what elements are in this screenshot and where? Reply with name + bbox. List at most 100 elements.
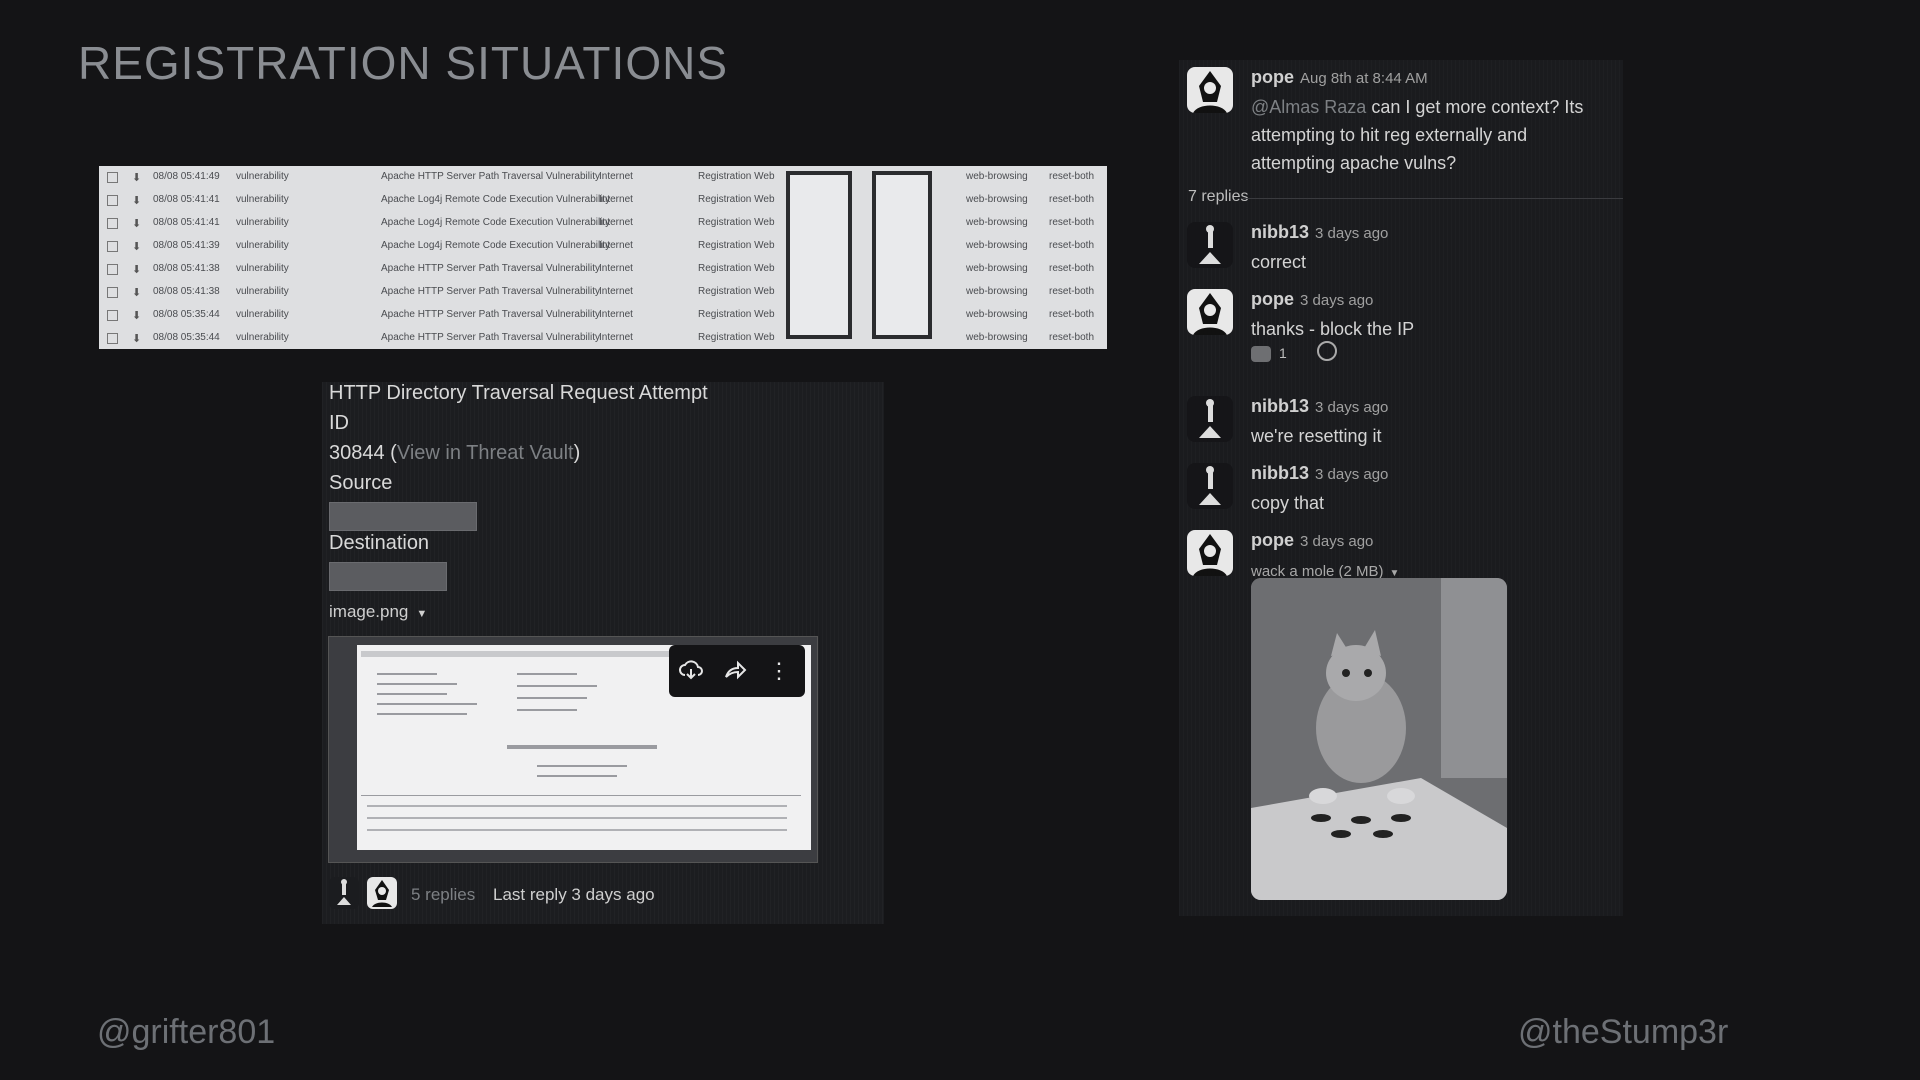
message-time[interactable]: 3 days ago <box>1300 292 1373 309</box>
log-details-icon[interactable] <box>107 287 118 298</box>
attachment-header[interactable]: image.png ▼ <box>329 602 427 622</box>
threat-id-value: 30844 ( <box>329 442 397 464</box>
table-cell-app: web-browsing <box>966 240 1028 251</box>
reply-message: nibb13 3 days ago correct <box>1187 222 1617 272</box>
message-time[interactable]: Aug 8th at 8:44 AM <box>1300 70 1428 87</box>
log-details-icon[interactable] <box>107 310 118 321</box>
image-actions-toolbar: ⋮ <box>669 645 805 697</box>
download-icon[interactable]: ⬇ <box>132 286 141 300</box>
table-cell-action: reset-both <box>1049 286 1095 297</box>
table-cell-name: Apache HTTP Server Path Traversal Vulner… <box>381 332 600 343</box>
threat-vault-link[interactable]: View in Threat Vault <box>397 442 574 464</box>
message-time[interactable]: 3 days ago <box>1315 466 1388 483</box>
table-cell-zone: Internet <box>599 194 633 205</box>
message-time[interactable]: 3 days ago <box>1300 533 1373 550</box>
table-row[interactable]: ⬇ 08/08 05:41:39 vulnerability Apache Log4j… <box>99 236 1107 259</box>
table-cell-type: vulnerability <box>236 217 289 228</box>
avatar[interactable] <box>1187 530 1233 576</box>
add-reaction-icon[interactable] <box>1317 341 1337 361</box>
thread-replies-bar[interactable]: 5 replies Last reply 3 days ago <box>329 877 749 913</box>
threat-log-table: ⬇ 08/08 05:41:49 vulnerability Apache HTTP … <box>99 166 1107 349</box>
table-cell-name: Apache HTTP Server Path Traversal Vulner… <box>381 309 600 320</box>
table-cell-time: 08/08 05:41:38 <box>153 263 220 274</box>
caret-down-icon[interactable]: ▼ <box>416 608 427 620</box>
source-redacted-field <box>329 502 477 531</box>
table-cell-time: 08/08 05:35:44 <box>153 309 220 320</box>
cat-gif-image[interactable] <box>1251 578 1507 900</box>
download-icon[interactable]: ⬇ <box>132 217 141 231</box>
table-cell-type: vulnerability <box>236 286 289 297</box>
download-icon[interactable]: ⬇ <box>132 332 141 346</box>
redaction-box <box>872 171 932 339</box>
download-icon[interactable]: ⬇ <box>132 194 141 208</box>
table-cell-time: 08/08 05:41:38 <box>153 286 220 297</box>
download-icon[interactable]: ⬇ <box>132 263 141 277</box>
message-text: we're resetting it <box>1251 426 1382 446</box>
avatar[interactable] <box>1187 67 1233 113</box>
avatar[interactable] <box>1187 222 1233 268</box>
table-cell-name: Apache HTTP Server Path Traversal Vulner… <box>381 263 600 274</box>
avatar[interactable] <box>1187 463 1233 509</box>
download-cloud-icon[interactable] <box>677 657 705 685</box>
table-cell-dest: Registration Web <box>698 286 775 297</box>
table-row[interactable]: ⬇ 08/08 05:41:41 vulnerability Apache Log4j… <box>99 190 1107 213</box>
table-cell-name: Apache HTTP Server Path Traversal Vulner… <box>381 286 600 297</box>
table-row[interactable]: ⬇ 08/08 05:41:38 vulnerability Apache HTTP … <box>99 282 1107 305</box>
table-row[interactable]: ⬇ 08/08 05:35:44 vulnerability Apache HTTP … <box>99 328 1107 349</box>
attachment-thumbnail[interactable]: ⋮ <box>328 636 818 863</box>
table-cell-app: web-browsing <box>966 194 1028 205</box>
table-cell-app: web-browsing <box>966 217 1028 228</box>
attachment-filename: image.png <box>329 602 409 621</box>
download-icon[interactable]: ⬇ <box>132 171 141 185</box>
table-cell-type: vulnerability <box>236 171 289 182</box>
table-row[interactable]: ⬇ 08/08 05:41:49 vulnerability Apache HTTP … <box>99 167 1107 190</box>
message-time[interactable]: 3 days ago <box>1315 399 1388 416</box>
message-author[interactable]: pope <box>1251 67 1294 87</box>
log-details-icon[interactable] <box>107 241 118 252</box>
more-vertical-icon[interactable]: ⋮ <box>765 657 793 685</box>
table-cell-action: reset-both <box>1049 194 1095 205</box>
table-cell-dest: Registration Web <box>698 240 775 251</box>
table-row[interactable]: ⬇ 08/08 05:35:44 vulnerability Apache HTTP … <box>99 305 1107 328</box>
table-cell-zone: Internet <box>599 286 633 297</box>
table-cell-zone: Internet <box>599 240 633 251</box>
table-cell-app: web-browsing <box>966 171 1028 182</box>
table-cell-name: Apache Log4j Remote Code Execution Vulne… <box>381 194 611 205</box>
download-icon[interactable]: ⬇ <box>132 309 141 323</box>
table-cell-zone: Internet <box>599 217 633 228</box>
log-details-icon[interactable] <box>107 264 118 275</box>
log-details-icon[interactable] <box>107 172 118 183</box>
log-details-icon[interactable] <box>107 195 118 206</box>
message-author[interactable]: nibb13 <box>1251 222 1309 242</box>
message-author[interactable]: nibb13 <box>1251 463 1309 483</box>
table-cell-app: web-browsing <box>966 286 1028 297</box>
table-cell-type: vulnerability <box>236 263 289 274</box>
reaction-pill[interactable]: 1 <box>1251 345 1287 363</box>
replies-link[interactable]: 5 replies <box>411 885 475 905</box>
table-cell-zone: Internet <box>599 263 633 274</box>
log-details-icon[interactable] <box>107 218 118 229</box>
table-row[interactable]: ⬇ 08/08 05:41:41 vulnerability Apache Log4j… <box>99 213 1107 236</box>
avatar[interactable] <box>1187 396 1233 442</box>
log-details-icon[interactable] <box>107 333 118 344</box>
table-cell-type: vulnerability <box>236 332 289 343</box>
message-text: @Almas Raza can I get more context? Its … <box>1251 97 1584 173</box>
table-cell-type: vulnerability <box>236 194 289 205</box>
share-icon[interactable] <box>721 657 749 685</box>
message-author[interactable]: nibb13 <box>1251 396 1309 416</box>
threat-id-label: ID <box>329 412 349 434</box>
avatar[interactable] <box>1187 289 1233 335</box>
download-icon[interactable]: ⬇ <box>132 240 141 254</box>
root-message: pope Aug 8th at 8:44 AM @Almas Raza can I… <box>1187 67 1617 207</box>
table-row[interactable]: ⬇ 08/08 05:41:38 vulnerability Apache HTTP … <box>99 259 1107 282</box>
reaction-count: 1 <box>1279 345 1287 361</box>
table-cell-zone: Internet <box>599 332 633 343</box>
table-cell-time: 08/08 05:41:41 <box>153 194 220 205</box>
message-author[interactable]: pope <box>1251 289 1294 309</box>
table-cell-action: reset-both <box>1049 171 1095 182</box>
user-mention[interactable]: @Almas Raza <box>1251 97 1366 117</box>
message-time[interactable]: 3 days ago <box>1315 225 1388 242</box>
message-author[interactable]: pope <box>1251 530 1294 550</box>
reply-count: 7 replies <box>1188 188 1249 205</box>
avatar <box>367 877 397 909</box>
